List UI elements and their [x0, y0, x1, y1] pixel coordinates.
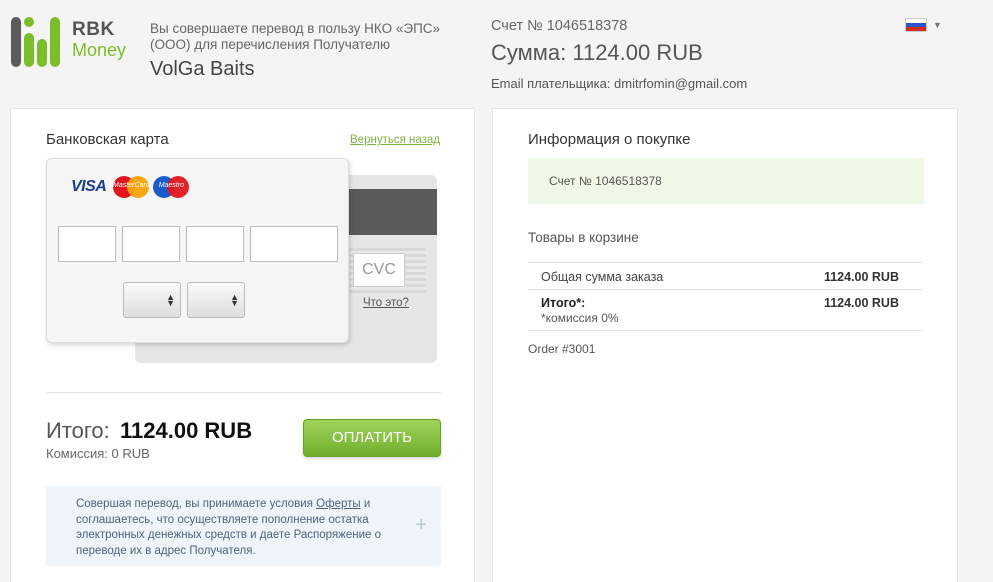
rbk-logo-icon: [11, 17, 60, 67]
order-number: Order #3001: [528, 342, 596, 356]
rbk-money-logo: RBK Money: [11, 17, 131, 67]
maestro-logo: Maestro: [153, 176, 190, 198]
cart-title: Товары в корзине: [528, 230, 639, 245]
divider: [46, 392, 441, 393]
total-label: Итого:: [46, 418, 110, 443]
logo-text: RBK Money: [72, 19, 127, 61]
language-selector[interactable]: ▼: [905, 18, 942, 32]
offer-link[interactable]: Оферты: [316, 498, 360, 510]
expiry-year-select[interactable]: ▲ ▼: [187, 282, 245, 318]
row-note: *комиссия 0%: [541, 311, 619, 325]
cvc-input[interactable]: CVC: [353, 253, 405, 287]
expiry-month-select[interactable]: ▲ ▼: [123, 282, 181, 318]
payee-description: Вы совершаете перевод в пользу НКО «ЭПС»…: [150, 21, 441, 52]
row-label: Общая сумма заказа: [541, 270, 664, 284]
card-number-field-3[interactable]: [186, 226, 244, 262]
purchase-info-title: Информация о покупке: [528, 131, 691, 148]
visa-logo: VISA: [71, 178, 107, 195]
row-label: Итого*:: [541, 296, 586, 310]
purchase-info-panel: Информация о покупке Счет № 1046518378 Т…: [492, 108, 958, 582]
chevron-down-icon: ▼: [933, 20, 942, 30]
table-row: Итого*: 1124.00 RUB *комиссия 0%: [528, 290, 923, 331]
payment-panel: Банковская карта Вернуться назад CVC Что…: [10, 108, 475, 582]
invoice-info-text: Счет № 1046518378: [549, 174, 662, 188]
payee-name: VolGa Baits: [150, 58, 255, 80]
cvc-help-link[interactable]: Что это?: [363, 297, 409, 309]
card-number-field-2[interactable]: [122, 226, 180, 262]
card-number-field-4[interactable]: [250, 226, 338, 262]
invoice-info-box: Счет № 1046518378: [528, 158, 924, 204]
row-value: 1124.00 RUB: [823, 296, 899, 310]
ru-flag-icon: [905, 18, 927, 32]
select-arrows-icon: ▲ ▼: [166, 292, 175, 308]
logo-line2: Money: [72, 40, 127, 60]
total-value: 1124.00 RUB: [120, 418, 253, 443]
amount: Сумма: 1124.00 RUB: [491, 40, 703, 65]
logo-line1: RBK: [72, 19, 115, 40]
back-link[interactable]: Вернуться назад: [350, 134, 440, 146]
terms-note: Совершая перевод, вы принимаете условия …: [46, 486, 441, 566]
row-value: 1124.00 RUB: [823, 270, 899, 284]
invoice-number: Счет № 1046518378: [491, 18, 628, 34]
pay-button[interactable]: ОПЛАТИТЬ: [303, 419, 441, 457]
expand-plus-icon[interactable]: +: [415, 514, 427, 537]
table-row: Общая сумма заказа 1124.00 RUB: [528, 262, 923, 290]
mastercard-logo: MasterCard: [113, 176, 150, 198]
card-front: VISA MasterCard Maestro ▲ ▼ ▲ ▼: [46, 158, 349, 343]
card-number-field-1[interactable]: [58, 226, 116, 262]
card-brands: VISA MasterCard Maestro: [71, 175, 190, 199]
terms-text: Совершая перевод, вы принимаете условия …: [76, 498, 382, 557]
cvc-box: CVC: [348, 247, 426, 293]
payer-email: Email плательщика: dmitrfomin@gmail.com: [491, 76, 748, 91]
select-arrows-icon: ▲ ▼: [230, 292, 239, 308]
bank-card-title: Банковская карта: [46, 131, 169, 148]
commission-text: Комиссия: 0 RUB: [46, 446, 150, 461]
